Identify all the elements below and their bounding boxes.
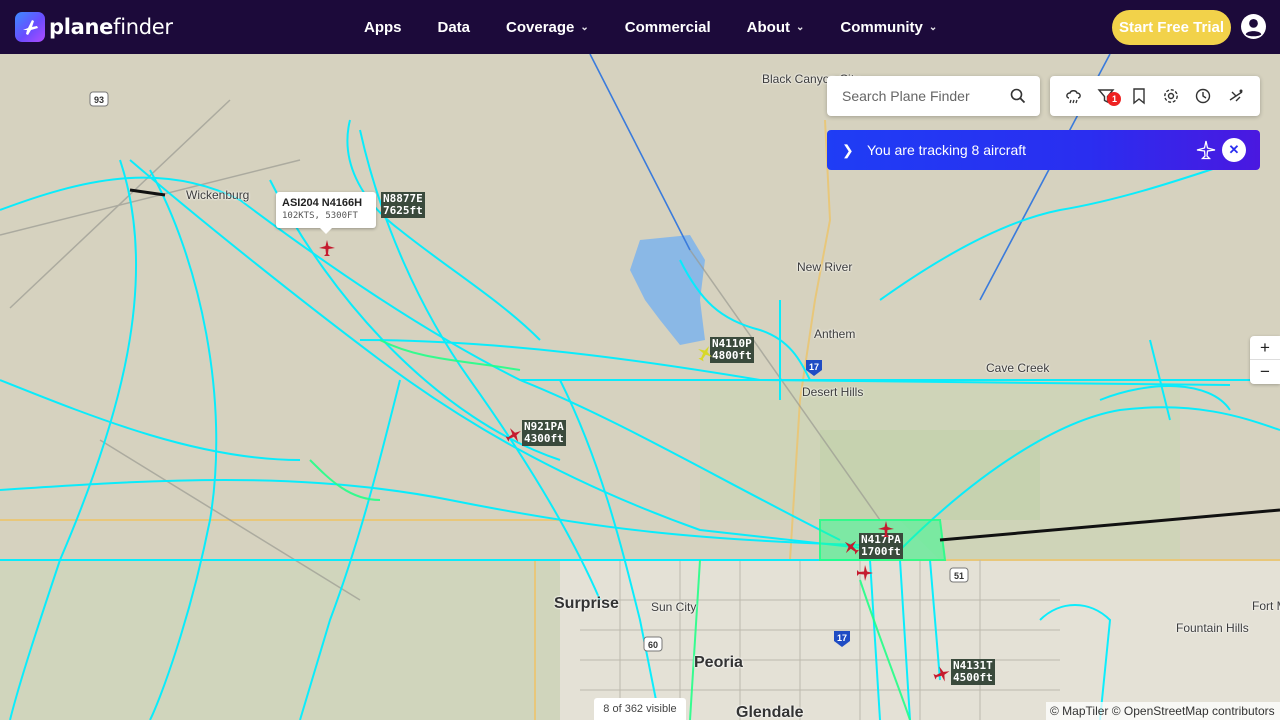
search-input[interactable] — [842, 88, 1002, 104]
place-fountain-hills: Fountain Hills — [1176, 621, 1249, 635]
bookmark-icon[interactable] — [1130, 87, 1148, 105]
airplane-icon[interactable] — [842, 538, 860, 556]
nav-commercial[interactable]: Commercial — [625, 19, 711, 36]
history-icon[interactable] — [1194, 87, 1212, 105]
close-icon: ✕ — [1228, 142, 1240, 157]
aircraft-tag[interactable]: N921PA 4300ft — [522, 420, 566, 446]
filter-count-badge: 1 — [1107, 92, 1122, 106]
zoom-in-button[interactable]: + — [1250, 336, 1280, 360]
airplane-icon[interactable] — [933, 665, 951, 683]
place-cave-creek: Cave Creek — [986, 361, 1050, 375]
aircraft-tag[interactable]: N8877E 7625ft — [381, 192, 425, 218]
chevron-down-icon: ⌄ — [580, 21, 589, 33]
highway-60-shield: 60 — [648, 640, 658, 650]
map-toolbar: 1 — [1050, 76, 1260, 116]
place-surprise: Surprise — [554, 595, 619, 612]
place-new-river: New River — [797, 260, 853, 274]
nav-community[interactable]: Community ⌄ — [840, 19, 937, 36]
aircraft-tag[interactable]: N4110P 4800ft — [710, 337, 754, 363]
top-navigation: planefinder Apps Data Coverage ⌄ Commerci… — [0, 0, 1280, 54]
chevron-down-icon: ⌄ — [795, 21, 805, 33]
nav-apps[interactable]: Apps — [364, 19, 402, 36]
airplane-icon[interactable] — [505, 426, 523, 444]
user-icon[interactable] — [1241, 14, 1266, 39]
nav-coverage[interactable]: Coverage ⌄ — [506, 19, 589, 36]
start-free-trial-button[interactable]: Start Free Trial — [1112, 10, 1231, 45]
chevron-down-icon: ⌄ — [928, 21, 938, 33]
highway-51-shield: 51 — [954, 571, 964, 581]
weather-icon[interactable] — [1065, 87, 1083, 105]
airport-icon[interactable] — [1227, 87, 1245, 105]
settings-icon[interactable] — [1162, 87, 1180, 105]
highway-17-shield: 17 — [809, 362, 819, 372]
brand-logo[interactable]: planefinder — [15, 12, 173, 42]
airplane-icon[interactable] — [318, 239, 336, 257]
tracking-text: You are tracking 8 aircraft — [867, 142, 1027, 158]
map-attribution[interactable]: © MapTiler © OpenStreetMap contributors — [1046, 702, 1280, 720]
place-wickenburg: Wickenburg — [186, 188, 250, 202]
zoom-out-button[interactable]: − — [1250, 360, 1280, 384]
place-desert-hills: Desert Hills — [802, 385, 864, 399]
highway-93-shield: 93 — [94, 95, 104, 105]
close-tracking-button[interactable]: ✕ — [1222, 138, 1246, 162]
brand-name: planefinder — [49, 15, 173, 39]
tracking-banner[interactable]: ❯ You are tracking 8 aircraft ✕ — [827, 130, 1260, 170]
aircraft-tag[interactable]: N4131T 4500ft — [951, 659, 995, 685]
airplane-icon[interactable] — [877, 520, 895, 538]
visible-count: 8 of 362 visible — [594, 698, 686, 720]
place-anthem: Anthem — [814, 327, 856, 341]
popup-flight-title: ASI204 N4166H — [282, 197, 363, 209]
nav-about[interactable]: About ⌄ — [747, 19, 805, 36]
nav-data[interactable]: Data — [438, 19, 471, 36]
place-glendale: Glendale — [736, 704, 804, 720]
chevron-right-icon: ❯ — [842, 141, 854, 158]
popup-flight-details: 102KTS, 5300FT — [282, 211, 358, 221]
plane-logo-icon — [15, 12, 45, 42]
aircraft-info-popup[interactable]: ASI204 N4166H 102KTS, 5300FT — [276, 192, 376, 234]
airplane-icon[interactable] — [856, 564, 874, 582]
filter-button[interactable]: 1 — [1097, 87, 1122, 106]
airplane-icon[interactable] — [696, 344, 714, 362]
search-box — [827, 76, 1040, 116]
search-icon[interactable] — [1010, 88, 1026, 104]
zoom-control: + − — [1250, 336, 1280, 384]
airplane-outline-icon — [1196, 140, 1216, 160]
nav-links: Apps Data Coverage ⌄ Commercial About ⌄ Co… — [364, 0, 973, 54]
place-sun-city: Sun City — [651, 600, 697, 614]
highway-17-shield-south: 17 — [837, 633, 847, 643]
place-peoria: Peoria — [694, 654, 743, 671]
place-fort-m: Fort M — [1252, 599, 1280, 613]
